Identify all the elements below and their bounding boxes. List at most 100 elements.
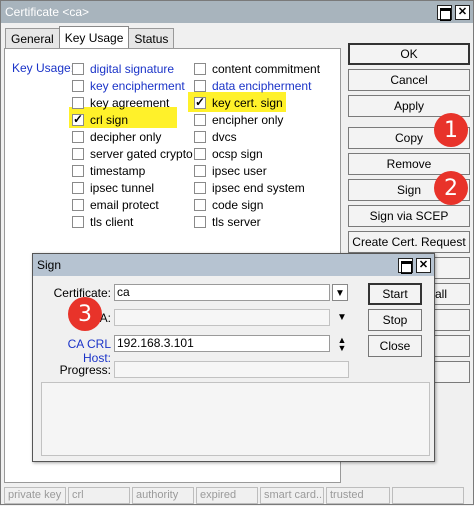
tab-status[interactable]: Status xyxy=(128,28,175,48)
checkbox-ipsec-end-system[interactable]: ipsec end system xyxy=(194,180,305,196)
close-icon[interactable] xyxy=(416,257,431,273)
status-expired: expired xyxy=(196,487,258,504)
checkbox-key-cert-sign[interactable]: key cert. sign xyxy=(194,95,283,111)
checkbox-box[interactable] xyxy=(194,95,206,109)
certificate-select[interactable]: ca xyxy=(114,284,330,301)
step-marker-1: 1 xyxy=(434,113,468,147)
checkbox-key-agreement[interactable]: key agreement xyxy=(72,95,169,111)
checkbox-box[interactable] xyxy=(72,216,84,228)
checkbox-label: email protect xyxy=(90,198,159,212)
checkbox-label: data encipherment xyxy=(212,79,312,93)
up-down-arrows-icon[interactable]: ▲ ▼ xyxy=(334,335,350,353)
sign-via-scep-button[interactable]: Sign via SCEP xyxy=(348,205,470,227)
tab-bar: General Key Usage Status xyxy=(5,26,175,48)
checkbox-digital-signature[interactable]: digital signature xyxy=(72,61,174,77)
tab-general[interactable]: General xyxy=(5,28,60,48)
checkbox-encipher-only[interactable]: encipher only xyxy=(194,112,283,128)
sign-dialog: Sign Certificate: ca ▼ A: ▼ CA CRL Host:… xyxy=(32,253,435,462)
status-empty xyxy=(392,487,464,504)
checkbox-box[interactable] xyxy=(194,165,206,177)
checkbox-box[interactable] xyxy=(72,182,84,194)
checkbox-ocsp-sign[interactable]: ocsp sign xyxy=(194,146,263,162)
checkbox-label: crl sign xyxy=(90,113,129,127)
checkbox-tls-client[interactable]: tls client xyxy=(72,214,133,230)
status-trusted: trusted xyxy=(326,487,390,504)
start-button[interactable]: Start xyxy=(368,283,422,305)
maximize-icon[interactable] xyxy=(437,4,452,21)
progress-label: Progress: xyxy=(59,363,111,377)
checkbox-timestamp[interactable]: timestamp xyxy=(72,163,145,179)
checkbox-tls-server[interactable]: tls server xyxy=(194,214,261,230)
cancel-button[interactable]: Cancel xyxy=(348,69,470,91)
checkbox-content-commitment[interactable]: content commitment xyxy=(194,61,320,77)
status-crl: crl xyxy=(68,487,130,504)
checkbox-box[interactable] xyxy=(72,199,84,211)
window-title: Certificate <ca> xyxy=(5,5,90,19)
status-private-key: private key xyxy=(4,487,66,504)
status-bar: private key crl authority expired smart … xyxy=(1,485,474,506)
checkbox-label: key encipherment xyxy=(90,79,185,93)
checkbox-email-protect[interactable]: email protect xyxy=(72,197,159,213)
checkbox-label: ipsec end system xyxy=(212,181,305,195)
checkbox-dvcs[interactable]: dvcs xyxy=(194,129,237,145)
certificate-titlebar: Certificate <ca> xyxy=(1,1,473,23)
checkbox-label: ocsp sign xyxy=(212,147,263,161)
checkbox-crl-sign[interactable]: crl sign xyxy=(72,112,128,128)
checkbox-label: key cert. sign xyxy=(212,96,283,110)
checkbox-label: key agreement xyxy=(90,96,170,110)
checkbox-box[interactable] xyxy=(194,131,206,143)
checkbox-code-sign[interactable]: code sign xyxy=(194,197,263,213)
key-usage-label: Key Usage: xyxy=(12,61,75,75)
tab-key-usage[interactable]: Key Usage xyxy=(58,26,130,48)
checkbox-box[interactable] xyxy=(72,80,84,92)
checkbox-box[interactable] xyxy=(72,131,84,143)
checkbox-box[interactable] xyxy=(194,199,206,211)
checkbox-label: ipsec tunnel xyxy=(90,181,155,195)
sign-titlebar: Sign xyxy=(33,254,434,276)
status-smart-card: smart card... xyxy=(260,487,324,504)
close-icon[interactable] xyxy=(455,4,470,20)
checkbox-box[interactable] xyxy=(194,80,206,92)
progress-field xyxy=(114,361,349,378)
checkbox-box[interactable] xyxy=(72,165,84,177)
step-marker-3: 3 xyxy=(68,297,102,331)
checkbox-key-encipherment[interactable]: key encipherment xyxy=(72,78,185,94)
sign-output-area xyxy=(41,382,430,456)
ok-button[interactable]: OK xyxy=(348,43,470,65)
checkbox-ipsec-user[interactable]: ipsec user xyxy=(194,163,267,179)
checkbox-decipher-only[interactable]: decipher only xyxy=(72,129,161,145)
checkbox-box[interactable] xyxy=(194,63,206,75)
checkbox-label: tls server xyxy=(212,215,261,229)
step-marker-2: 2 xyxy=(434,171,468,205)
ca-select[interactable] xyxy=(114,309,330,326)
ca-crl-host-label: CA CRL Host: xyxy=(67,337,111,365)
checkbox-box[interactable] xyxy=(72,97,84,109)
checkbox-server-gated-crypto[interactable]: server gated crypto xyxy=(72,146,193,162)
maximize-icon[interactable] xyxy=(398,257,413,274)
checkbox-label: server gated crypto xyxy=(90,147,193,161)
stop-button[interactable]: Stop xyxy=(368,309,422,331)
checkbox-label: ipsec user xyxy=(212,164,267,178)
checkbox-box[interactable] xyxy=(72,112,84,126)
checkbox-box[interactable] xyxy=(72,63,84,75)
create-cert-request-button[interactable]: Create Cert. Request xyxy=(348,231,470,253)
sign-dialog-title: Sign xyxy=(37,258,62,272)
checkbox-label: tls client xyxy=(90,215,134,229)
checkbox-label: timestamp xyxy=(90,164,146,178)
checkbox-box[interactable] xyxy=(194,114,206,126)
checkbox-label: content commitment xyxy=(212,62,321,76)
checkbox-box[interactable] xyxy=(194,148,206,160)
partial-all-label: all xyxy=(434,287,447,301)
checkbox-ipsec-tunnel[interactable]: ipsec tunnel xyxy=(72,180,154,196)
checkbox-box[interactable] xyxy=(194,182,206,194)
checkbox-box[interactable] xyxy=(72,148,84,160)
checkbox-data-encipherment[interactable]: data encipherment xyxy=(194,78,311,94)
checkbox-box[interactable] xyxy=(194,216,206,228)
checkbox-label: digital signature xyxy=(90,62,175,76)
ca-crl-host-input[interactable]: 192.168.3.101 xyxy=(114,335,330,352)
dropdown-arrow-icon[interactable]: ▼ xyxy=(332,284,348,301)
checkbox-label: code sign xyxy=(212,198,264,212)
close-button[interactable]: Close xyxy=(368,335,422,357)
checkbox-label: decipher only xyxy=(90,130,162,144)
dropdown-arrow-icon[interactable]: ▼ xyxy=(334,309,350,326)
